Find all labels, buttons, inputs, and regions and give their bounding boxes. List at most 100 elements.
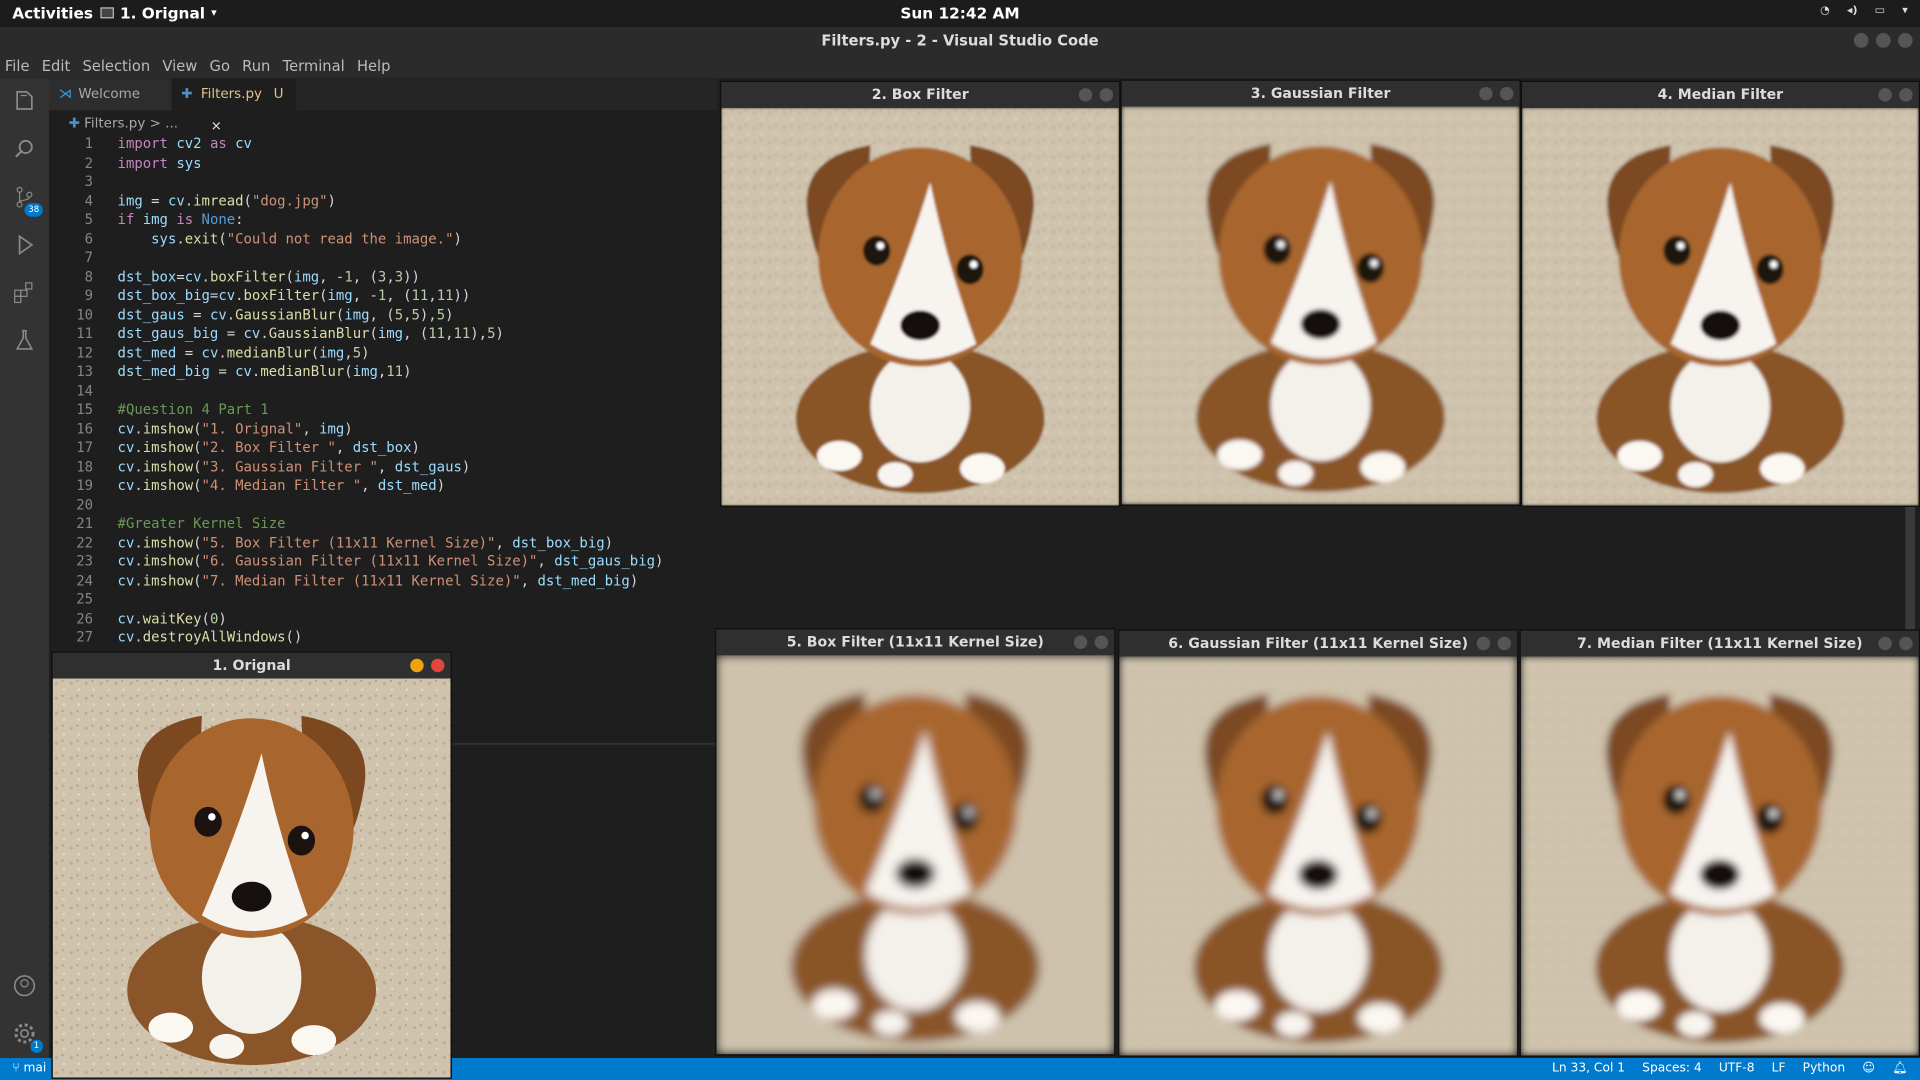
code-line[interactable]: 16 cv.imshow("1. Orignal", img) [49,419,718,438]
code-line[interactable]: 27 cv.destroyAllWindows() [49,628,718,647]
code-line[interactable]: 7 [49,249,718,268]
code-line[interactable]: 3 [49,173,718,192]
image-window[interactable]: 3. Gaussian Filter [1120,79,1521,506]
code-line[interactable]: 15 #Question 4 Part 1 [49,400,718,419]
account-icon[interactable] [10,972,39,1001]
system-tray[interactable]: ◔ ◂) ▭ ▾ [1820,5,1908,17]
code-line[interactable]: 21 #Greater Kernel Size [49,514,718,533]
source-control-icon[interactable]: 38 [10,184,43,217]
code-line[interactable]: 4 img = cv.imread("dog.jpg") [49,192,718,211]
minimize-button[interactable] [1073,635,1088,649]
scm-badge: 38 [24,203,43,217]
line-ending[interactable]: LF [1772,1058,1786,1080]
minimize-button[interactable] [1853,33,1869,48]
bell-icon[interactable]: 🔔︎ [1892,1058,1908,1080]
image-window-title[interactable]: 3. Gaussian Filter [1121,80,1520,107]
code-line[interactable]: 12 dst_med = cv.medianBlur(img,5) [49,343,718,362]
branch-indicator[interactable]: ⑂ mai [12,1058,46,1080]
minimize-button[interactable] [410,658,424,673]
menu-terminal[interactable]: Terminal [283,58,345,75]
image-window[interactable]: 1. Orignal [51,651,452,1079]
close-button[interactable] [1899,88,1913,102]
code-line[interactable]: 18 cv.imshow("3. Gaussian Filter ", dst_g… [49,457,718,476]
clock[interactable]: Sun 12:42 AM [0,4,1920,22]
image-window-title[interactable]: 1. Orignal [52,652,451,679]
image-window-title[interactable]: 6. Gaussian Filter (11x11 Kernel Size) [1119,630,1518,657]
breadcrumb-more[interactable]: ... [165,115,178,131]
code-line[interactable]: 9 dst_box_big=cv.boxFilter(img, -1, (11,1… [49,287,718,306]
image-window[interactable]: 6. Gaussian Filter (11x11 Kernel Size) [1117,629,1519,1057]
code-line[interactable]: 5 if img is None: [49,211,718,230]
breadcrumb-file[interactable]: Filters.py [84,115,145,131]
close-button[interactable] [1099,88,1114,102]
feedback-icon[interactable]: ☺ [1862,1058,1875,1080]
code-line[interactable]: 17 cv.imshow("2. Box Filter ", dst_box) [49,438,718,457]
minimize-button[interactable] [1878,88,1892,102]
tab-welcome[interactable]: ⋊ Welcome [48,78,172,111]
editor-scrollbar[interactable] [1905,506,1916,630]
close-button[interactable] [1094,635,1109,649]
close-button[interactable] [1497,636,1512,651]
code-line[interactable]: 11 dst_gaus_big = cv.GaussianBlur(img, (1… [49,324,718,343]
image-window[interactable]: 7. Median Filter (11x11 Kernel Size) [1519,629,1920,1057]
editor-divider [453,743,718,745]
git-branch-icon: ⑂ [12,1061,20,1076]
indentation[interactable]: Spaces: 4 [1642,1058,1702,1080]
code-line[interactable]: 19 cv.imshow("4. Median Filter ", dst_med… [49,476,718,495]
minimize-button[interactable] [1479,86,1493,101]
image-window-title[interactable]: 7. Median Filter (11x11 Kernel Size) [1520,630,1919,657]
image-window[interactable]: 5. Box Filter (11x11 Kernel Size) [715,628,1116,1056]
image-window-title[interactable]: 2. Box Filter [721,82,1120,108]
extensions-icon[interactable] [10,279,39,308]
menu-view[interactable]: View [162,58,197,75]
explorer-icon[interactable] [10,88,39,117]
code-line[interactable]: 14 [49,381,718,400]
image-window-title[interactable]: 4. Median Filter [1522,82,1919,108]
cursor-position[interactable]: Ln 33, Col 1 [1552,1058,1625,1080]
code-text: #Greater Kernel Size [117,514,286,532]
code-text: cv.imshow("7. Median Filter (11x11 Kerne… [117,571,639,589]
code-line[interactable]: 10 dst_gaus = cv.GaussianBlur(img, (5,5),… [49,306,718,325]
code-line[interactable]: 6 sys.exit("Could not read the image.") [49,230,718,249]
code-text: cv.imshow("4. Median Filter ", dst_med) [117,476,446,494]
code-line[interactable]: 23 cv.imshow("6. Gaussian Filter (11x11 K… [49,552,718,571]
desktop: Activities 1. Orignal ▾ Sun 12:42 AM ◔ ◂… [0,0,1920,1080]
image-window[interactable]: 4. Median Filter [1520,80,1920,507]
search-icon[interactable] [10,136,39,165]
close-button[interactable] [1899,636,1913,651]
code-line[interactable]: 26 cv.waitKey(0) [49,609,718,628]
code-line[interactable]: 22 cv.imshow("5. Box Filter (11x11 Kernel… [49,533,718,552]
close-button[interactable] [431,658,445,673]
code-line[interactable]: 24 cv.imshow("7. Median Filter (11x11 Ker… [49,571,718,590]
line-number: 12 [76,343,94,361]
tab-filters-py[interactable]: ✚ Filters.py U × [171,78,297,133]
code-line[interactable]: 13 dst_med_big = cv.medianBlur(img,11) [49,362,718,381]
image-window-title[interactable]: 5. Box Filter (11x11 Kernel Size) [716,629,1115,656]
menu-help[interactable]: Help [357,58,391,75]
encoding[interactable]: UTF-8 [1719,1058,1755,1080]
close-button[interactable] [1500,86,1514,101]
gear-icon[interactable]: 1 [10,1020,43,1054]
code-editor[interactable]: 1 import cv2 as cv 2 import sys 3 4 img = cv.i… [49,135,718,647]
code-line[interactable]: 8 dst_box=cv.boxFilter(img, -1, (3,3)) [49,268,718,287]
puppy-image [52,678,451,1078]
menu-file[interactable]: File [5,58,30,75]
language-mode[interactable]: Python [1803,1058,1845,1080]
menu-go[interactable]: Go [210,58,230,75]
menu-selection[interactable]: Selection [82,58,150,75]
minimize-button[interactable] [1476,636,1491,651]
code-line[interactable]: 2 import sys [49,154,718,173]
minimize-button[interactable] [1878,636,1892,651]
close-button[interactable] [1897,33,1913,48]
menu-run[interactable]: Run [242,58,270,75]
puppy-image [1522,107,1919,506]
code-line[interactable]: 20 [49,495,718,514]
testing-icon[interactable] [10,327,39,356]
maximize-button[interactable] [1875,33,1891,48]
image-window[interactable]: 2. Box Filter [720,80,1121,507]
code-line[interactable]: 1 import cv2 as cv [49,135,718,154]
run-debug-icon[interactable] [10,231,39,260]
minimize-button[interactable] [1078,88,1093,102]
menu-edit[interactable]: Edit [42,58,70,75]
code-line[interactable]: 25 [49,590,718,609]
